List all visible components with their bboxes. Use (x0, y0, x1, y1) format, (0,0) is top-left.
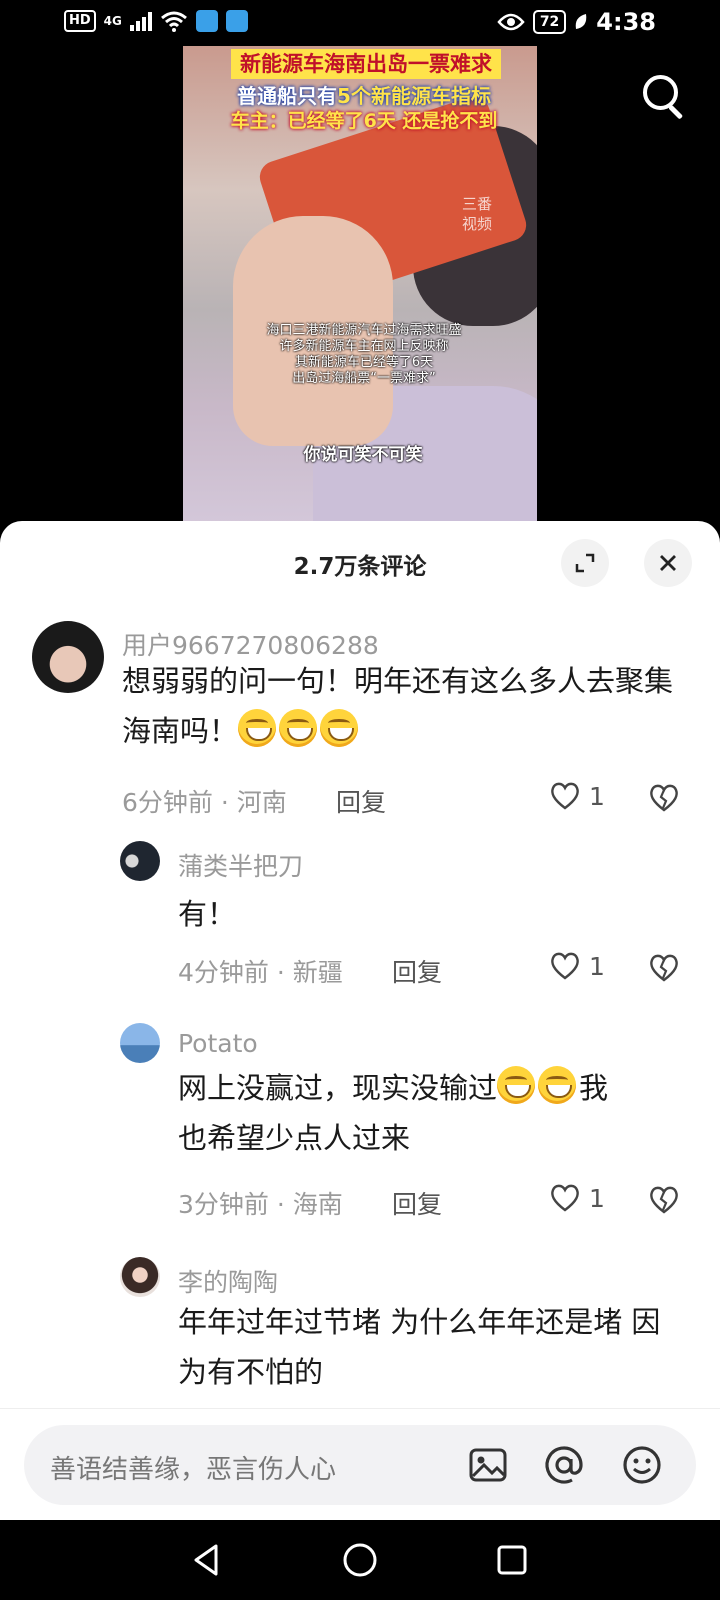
like-button[interactable]: 1 (549, 781, 605, 811)
comment-meta: 4分钟前 · 新疆 (178, 958, 343, 987)
broken-heart-icon[interactable] (648, 783, 680, 813)
image-icon[interactable] (466, 1443, 510, 1487)
comment-username[interactable]: Potato (178, 1029, 258, 1058)
comments-sheet: 2.7万条评论 用户9667270806288 想弱弱的问一句！明年还有这么多人… (0, 521, 720, 1521)
comment-input-placeholder: 善语结善缘，恶言伤人心 (50, 1455, 337, 1485)
clock: 4:38 (596, 8, 656, 36)
comment-text: 想弱弱的问一句！明年还有这么多人去聚集海南吗！ (122, 664, 674, 748)
grin-emoji-icon (320, 709, 359, 747)
expand-button[interactable] (561, 539, 609, 587)
video-subhead: 普通船只有5个新能源车指标 (237, 84, 491, 108)
comment-text: 有！ (178, 897, 237, 931)
heart-icon (551, 1184, 579, 1212)
comment-username[interactable]: 蒲类半把刀 (178, 847, 303, 883)
expand-icon (575, 553, 595, 573)
comment-meta: 3分钟前 · 海南 (178, 1190, 343, 1219)
close-button[interactable] (644, 539, 692, 587)
smiley-icon[interactable] (620, 1443, 664, 1487)
at-icon[interactable] (542, 1443, 586, 1487)
grin-emoji-icon (238, 709, 277, 747)
app-notification-icon (195, 10, 218, 32)
network-type: 4G (103, 14, 122, 28)
video-subhead-2: 车主：已经等了6天 还是抢不到 (230, 110, 498, 132)
video-headline: 新能源车海南出岛一票难求 (231, 49, 501, 79)
eye-icon (497, 13, 525, 31)
comment-input[interactable]: 善语结善缘，恶言伤人心 (24, 1425, 696, 1505)
avatar[interactable] (120, 1257, 160, 1297)
video-watermark: 三番视频 (461, 195, 492, 233)
like-button[interactable]: 1 (549, 1183, 605, 1213)
signal-icon (129, 11, 152, 31)
leaf-icon (576, 14, 587, 29)
reply-button[interactable]: 回复 (392, 953, 442, 989)
grin-emoji-icon (279, 709, 318, 747)
status-bar: HD 4G 72 4:38 (0, 0, 720, 48)
video-player[interactable]: 新能源车海南出岛一票难求 普通船只有5个新能源车指标 车主：已经等了6天 还是抢… (183, 46, 537, 526)
laugh-tears-emoji-icon (538, 1066, 577, 1104)
like-count: 1 (589, 951, 605, 981)
reply-button[interactable]: 回复 (336, 783, 386, 819)
comment-username[interactable]: 李的陶陶 (178, 1263, 278, 1299)
comments-count-title: 2.7万条评论 (293, 554, 427, 580)
system-nav-bar (0, 1520, 720, 1600)
avatar[interactable] (120, 841, 160, 881)
hd-badge: HD (64, 10, 96, 32)
reply-button[interactable]: 回复 (392, 1185, 442, 1221)
broken-heart-icon[interactable] (648, 1185, 680, 1215)
close-icon (660, 555, 676, 571)
comment-text: 年年过年过节堵 为什么年年还是堵 因为有不怕的 (178, 1305, 661, 1389)
comment-meta: 6分钟前 · 河南 (122, 788, 287, 817)
back-icon[interactable] (186, 1540, 226, 1580)
comment-text: 网上没赢过，现实没输过我也希望少点人过来 (178, 1063, 688, 1163)
broken-heart-icon[interactable] (648, 953, 680, 983)
avatar[interactable] (120, 1023, 160, 1063)
home-icon[interactable] (340, 1540, 380, 1580)
recents-icon[interactable] (492, 1540, 532, 1580)
battery-indicator: 72 (532, 10, 567, 34)
avatar[interactable] (32, 621, 104, 693)
search-button[interactable] (638, 70, 688, 120)
heart-icon (551, 952, 579, 980)
like-count: 1 (589, 781, 605, 811)
laugh-tears-emoji-icon (497, 1066, 536, 1104)
wifi-icon (160, 11, 187, 32)
video-caption: 海口三港新能源汽车过海需求旺盛 许多新能源车主在网上反映称 其新能源车已经等了6… (266, 323, 462, 386)
app-notification-icon (225, 10, 248, 32)
like-button[interactable]: 1 (549, 951, 605, 981)
heart-icon (551, 782, 579, 810)
like-count: 1 (589, 1183, 605, 1213)
video-subtitle: 你说可笑不可笑 (303, 445, 423, 465)
comment-input-bar: 善语结善缘，恶言伤人心 (0, 1408, 720, 1521)
